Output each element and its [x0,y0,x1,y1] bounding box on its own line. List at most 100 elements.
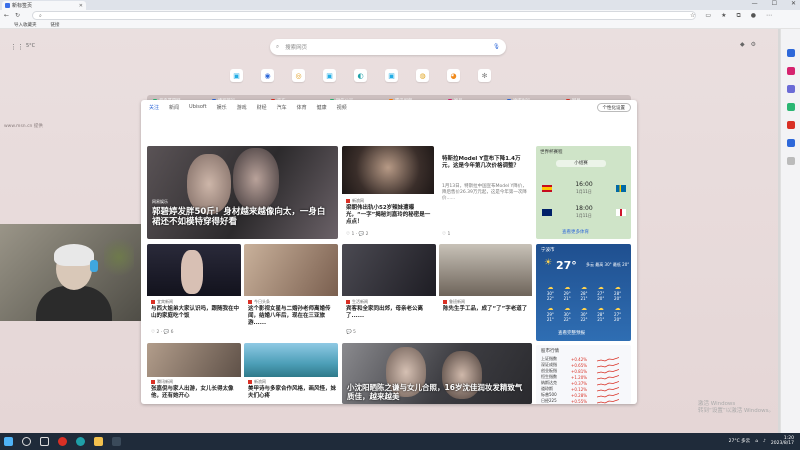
url-input[interactable]: ⌕ [32,11,696,20]
close-tab-icon[interactable]: ✕ [79,3,83,9]
task-view-icon[interactable] [40,437,49,446]
person-body [36,286,112,321]
forecast-weather-icon: ☁ [614,305,621,312]
news-card[interactable]: 新浪网 美甲诗与多家合作风格，画风怪，妹夫们心疼 [244,343,338,404]
quick-links: ▣ ◉ ◎ ▣ ◐ ▣ ◍ ◕ ✻ [230,69,491,82]
news-title: 梁朝伟出轨小52岁辣妹遭曝光，“一字”揭秘刘嘉玲的秘密是一点点！ [346,205,431,225]
favorite-star-icon[interactable]: ☆ [690,12,695,20]
fav-link[interactable]: 链接 [51,22,60,28]
forecast-weather-icon: ☁ [614,284,621,291]
news-card[interactable]: 腾讯新闻 张嘉倪与家人出游，女儿长得太像他，还有她开心 [147,343,241,404]
profile-icon[interactable]: ● [751,12,756,20]
sidebar-outlook-icon[interactable] [786,139,795,147]
search-box[interactable]: ⌕ 搜索网页 🎙 [270,39,506,55]
news-image [342,146,434,194]
news-card[interactable]: 宜宾新闻 与西大姐弟大家认识吗，跟随我在中山的家庭吃个饭 ♡ 2 · 💬 6 [147,244,241,337]
weather-widget[interactable]: 宁波市 ☀ 27° 多云 最高 30° 最低 20° ☁ 30° 22° ☁ 29° 21… [536,244,631,341]
fav-import[interactable]: 导入收藏夹 [14,22,37,28]
forecast-day: ☁ 29° 21° [542,305,559,322]
tray-weather[interactable]: 27°C 多云 [729,438,751,444]
tray-network-icon[interactable]: ⌂ [755,439,758,444]
collections-icon[interactable]: ⧉ [736,12,740,20]
stock-row[interactable]: 日经225 +0.55% [541,398,625,404]
news-card[interactable]: 鲁班新闻 陈先生手工品，成了“了”字老道了 [439,244,532,337]
news-card[interactable]: 今日头条 这个影视女星与二婚孙老师离婚传闻，结婚八年后，现在在三亚旅游.....… [244,244,338,337]
sidebar-office-icon[interactable] [786,121,795,129]
taskbar-app-media-icon[interactable] [112,437,121,446]
sidebar-add-icon[interactable] [786,157,795,165]
quick-link-add-icon[interactable]: ✻ [478,69,491,82]
tray-volume-icon[interactable]: ♪ [763,439,766,444]
weather-top-temp[interactable]: 5°C [26,43,35,49]
news-image [147,343,241,377]
feed-tab[interactable]: 汽车 [277,104,287,111]
feed-tab[interactable]: Ubisoft [189,104,207,111]
quick-link-bilibili-icon[interactable]: ▣ [230,69,243,82]
sidebar-games-icon[interactable] [786,103,795,111]
hero-news-card[interactable]: 小沈阳晒陈之谦与女儿合照，16岁沈佳润妆发精致气质佳，越来越美 [342,343,532,404]
feed-tab[interactable]: 体育 [297,104,307,111]
sidebar-shopping-icon[interactable] [786,67,795,75]
flag-spain-icon [542,184,552,192]
sidebar-tools-icon[interactable] [786,85,795,93]
quick-link-bilibili2-icon[interactable]: ▣ [323,69,336,82]
quick-link-edge-icon[interactable]: ◐ [354,69,367,82]
forecast-day: ☁ 27° 20° [609,305,626,322]
forecast-day: ☁ 30° 22° [576,305,593,322]
taskbar-search-icon[interactable] [22,437,31,446]
close-window-icon[interactable]: ✕ [791,0,796,7]
news-card[interactable]: 新浪网 梁朝伟出轨小52岁辣妹遭曝光，“一字”揭秘刘嘉玲的秘密是一点点！ ♡ 1… [342,146,434,239]
personalize-button[interactable]: 个性化设置 [596,103,631,112]
forecast-lo: 21° [563,296,571,301]
tab-new-tab[interactable]: 新标签页 ✕ [2,1,86,10]
forecast-weather-icon: ☁ [580,305,587,312]
news-card[interactable]: 生活新闻 宾客和全家同出郊，母亲老公离了...... 💬 5 [342,244,436,337]
person-hair [54,244,94,266]
quick-link-game-icon[interactable]: ◎ [292,69,305,82]
forecast-lo: 22° [563,317,571,322]
maximize-icon[interactable]: ☐ [772,0,777,7]
hero-title: 郭碧婷发胖50斤！身材越来越像向太，一身白裙还不如模特穿得好看 [152,207,326,227]
microphone-icon[interactable]: 🎙 [493,44,500,50]
taskbar-app-red-icon[interactable] [58,437,67,446]
quick-link-orange-icon[interactable]: ◕ [447,69,460,82]
tray-clock[interactable]: 1:20 2023/8/17 [771,436,794,446]
refresh-icon[interactable]: ↻ [15,12,20,19]
settings-gear-icon[interactable]: ⚙ [751,41,756,48]
hero-news-card[interactable]: 网易娱乐 郭碧婷发胖50斤！身材越来越像向太，一身白裙还不如模特穿得好看 [147,146,338,239]
feed-tab[interactable]: 游戏 [237,104,247,111]
favorites-icon[interactable]: ★ [721,12,726,20]
start-button-icon[interactable] [4,437,13,446]
news-title: 张嘉倪与家人出游，女儿长得太像他，还有她开心 [151,386,234,399]
sports-more-link[interactable]: 查看更多体育 [562,229,589,235]
stocks-widget[interactable]: 股市行情 上证指数 +0.42% 深证成指 +0.65% 创业板指 +0.81% 恒生指数 +… [536,345,631,404]
taskbar-app-folder-icon[interactable] [94,437,103,446]
rewards-icon[interactable]: ◆ [740,41,745,48]
feed-tab[interactable]: 财经 [257,104,267,111]
feed-tab[interactable]: 娱乐 [217,104,227,111]
sports-widget[interactable]: 世界杯赛程 小组赛 16:00 1月11日 18:00 1月11日 查看更多体育 [536,146,631,239]
weather-desc: 多云 最高 30° 最低 20° [586,262,630,267]
split-screen-icon[interactable]: ▭ [705,12,711,20]
feed-tab[interactable]: 关注 [149,104,159,111]
feed-tab[interactable]: 新闻 [169,104,179,111]
back-icon[interactable]: ← [4,12,9,19]
quick-link-blue-icon[interactable]: ◉ [261,69,274,82]
match-row-1[interactable]: 16:00 1月11日 [542,180,626,196]
feed-tab[interactable]: 视频 [337,104,347,111]
taskbar-app-edge-icon[interactable] [76,437,85,446]
feed-tab[interactable]: 健康 [317,104,327,111]
quick-link-chrome-icon[interactable]: ◍ [416,69,429,82]
sidebar-search-icon[interactable] [786,49,795,57]
nav-buttons: ← ↻ [4,12,20,19]
match-row-2[interactable]: 18:00 1月11日 [542,204,626,220]
more-menu-icon[interactable]: ⋯ [766,12,772,20]
news-card[interactable]: 特斯拉Model Y宣布下降1.4万元，这是今年第几次价格调整？ 1月13日，特… [438,146,532,239]
stock-change: +0.28% [571,392,588,398]
weather-cloud-icon: ☀ [544,258,553,268]
quick-link-bilibili3-icon[interactable]: ▣ [385,69,398,82]
minimize-icon[interactable]: — [752,0,758,7]
forecast-lo: 20° [614,317,622,322]
apps-grid-icon[interactable]: ⋮⋮ [10,43,24,51]
weather-more-link[interactable]: 查看完整预报 [558,330,585,336]
